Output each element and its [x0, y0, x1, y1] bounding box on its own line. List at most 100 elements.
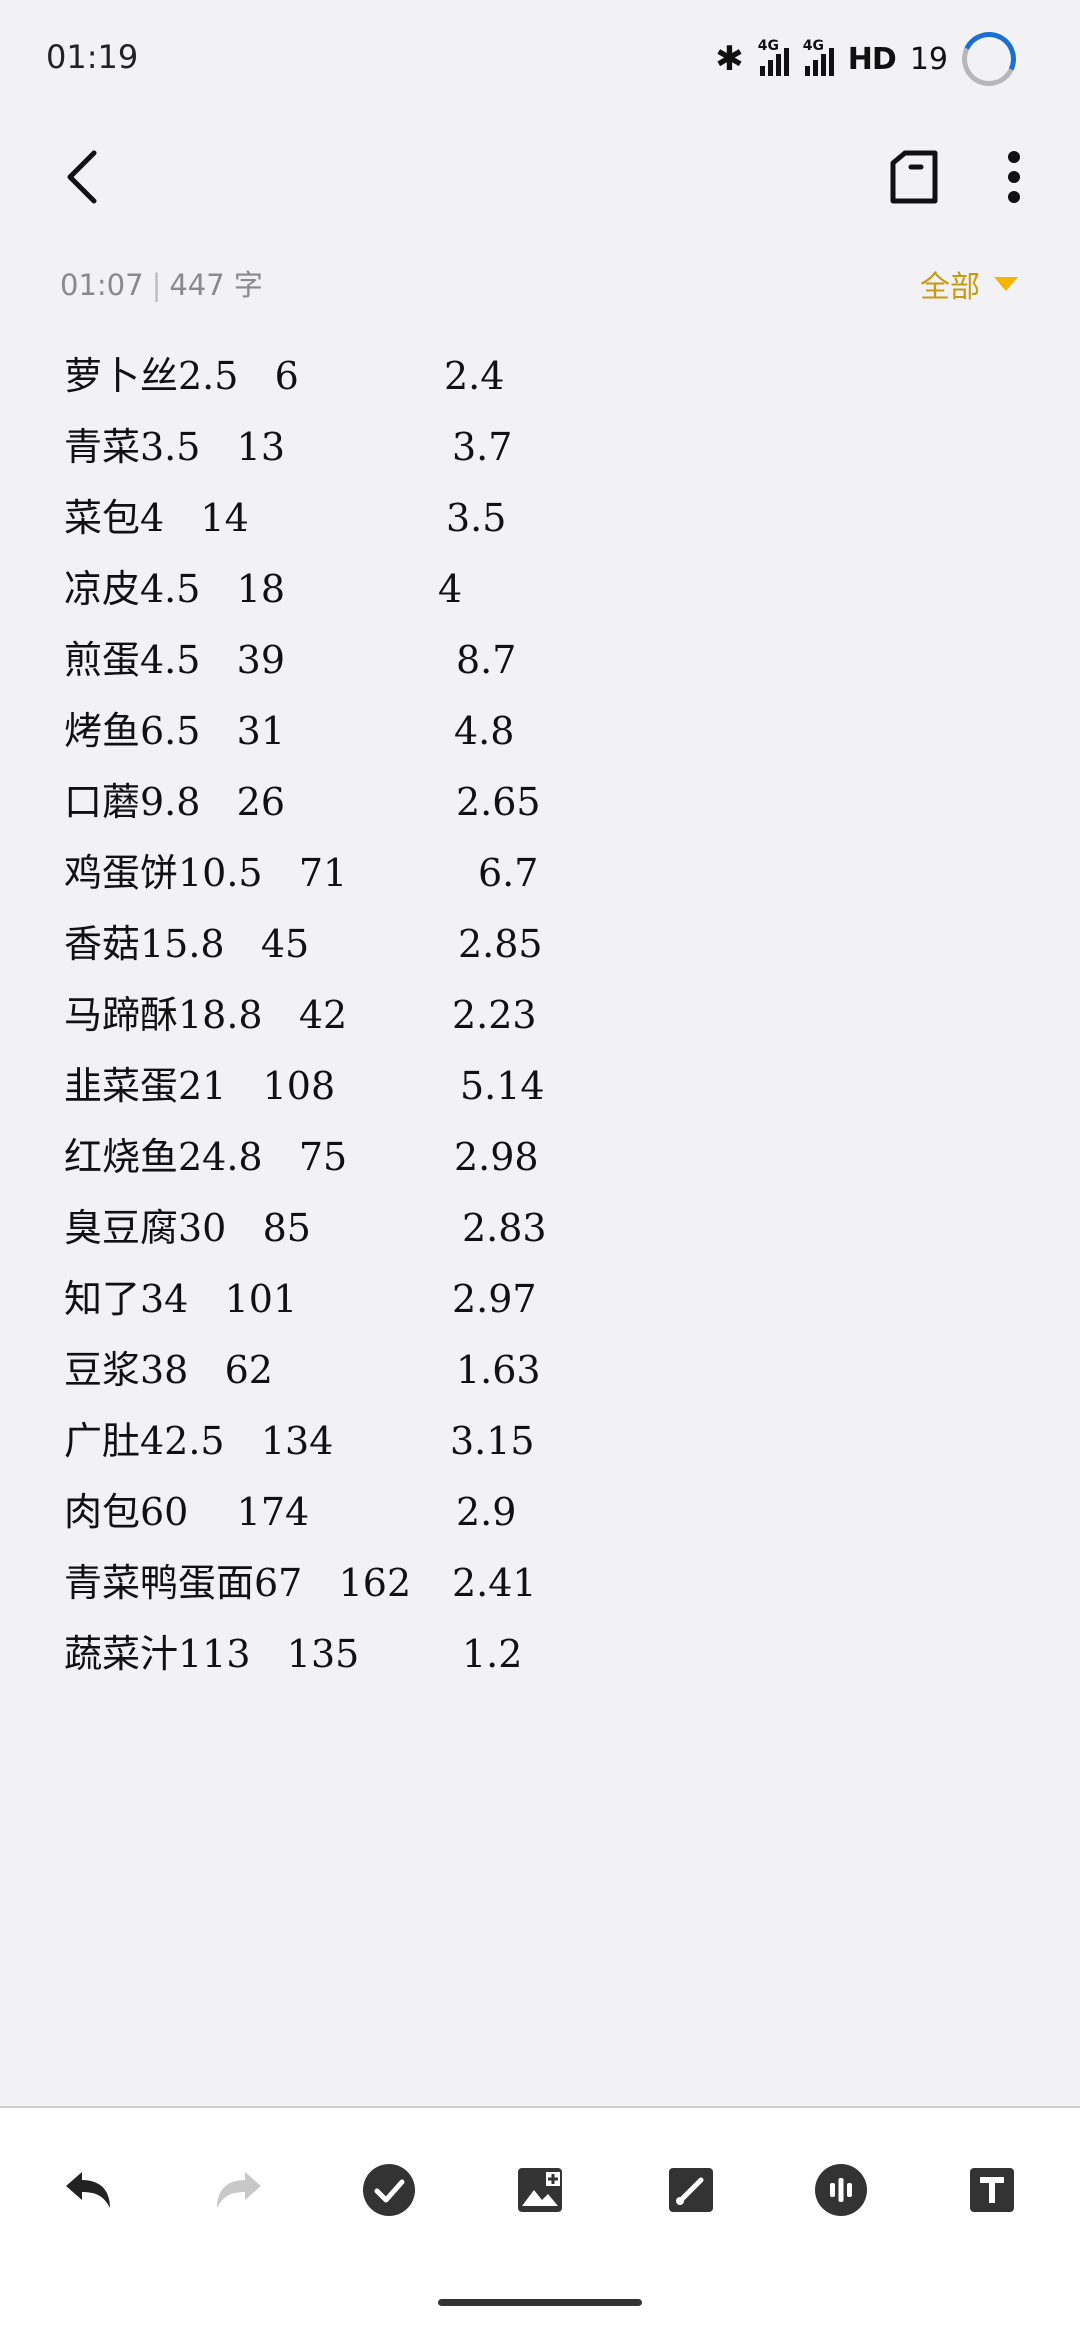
- note-line-text: 豆浆38 62: [64, 1348, 273, 1392]
- note-line-ratio: 4: [438, 567, 463, 611]
- note-line-ratio: 3.5: [446, 496, 507, 540]
- undo-button[interactable]: [56, 2158, 120, 2222]
- note-line-ratio: 1.2: [462, 1632, 523, 1676]
- note-line-ratio: 2.97: [452, 1277, 537, 1321]
- note-line: 臭豆腐30 85 2.83: [64, 1200, 1004, 1271]
- text-format-button[interactable]: [960, 2158, 1024, 2222]
- editor-tools: [56, 2158, 1024, 2222]
- tag-icon: [890, 150, 938, 204]
- note-time: 01:07: [60, 268, 144, 302]
- text-format-icon: [969, 2168, 1014, 2212]
- note-line: 广肚42.5 134 3.15: [64, 1413, 1004, 1484]
- note-line-text: 肉包60 174: [64, 1490, 310, 1534]
- topbar-actions: [886, 142, 1042, 212]
- note-line-text: 菜包4 14: [64, 496, 249, 540]
- hd-label: HD: [847, 41, 897, 77]
- note-line-text: 青菜鸭蛋面67 162: [64, 1561, 412, 1605]
- note-line-ratio: 5.14: [460, 1064, 545, 1108]
- note-line: 口蘑9.8 26 2.65: [64, 774, 1004, 845]
- note-line: 青菜鸭蛋面67 162 2.41: [64, 1555, 1004, 1626]
- note-line-ratio: 2.41: [452, 1561, 537, 1605]
- note-line: 红烧鱼24.8 75 2.98: [64, 1129, 1004, 1200]
- note-line-text: 烤鱼6.5 31: [64, 709, 286, 753]
- note-line: 青菜3.5 13 3.7: [64, 419, 1004, 490]
- network-type-label: 4G: [802, 38, 825, 54]
- insert-image-button[interactable]: [508, 2158, 572, 2222]
- note-line-ratio: 2.65: [456, 780, 541, 824]
- voice-icon: [815, 2164, 868, 2216]
- home-indicator[interactable]: [438, 2299, 642, 2306]
- note-meta: 01:07 | 447 字: [60, 262, 263, 304]
- note-line-text: 香菇15.8 45: [64, 922, 310, 966]
- status-time: 01:19: [46, 38, 139, 76]
- redo-icon: [216, 2172, 261, 2208]
- note-line-ratio: 2.9: [456, 1490, 517, 1534]
- more-button[interactable]: [986, 142, 1042, 212]
- filter-label: 全部: [920, 270, 980, 305]
- battery-ring-icon: [954, 24, 1024, 94]
- note-line-ratio: 2.98: [454, 1135, 539, 1179]
- checklist-button[interactable]: [357, 2158, 421, 2222]
- note-line-text: 臭豆腐30 85: [64, 1206, 311, 1250]
- note-line-text: 煎蛋4.5 39: [64, 638, 286, 682]
- note-line: 韭菜蛋21 108 5.14: [64, 1058, 1004, 1129]
- status-icons: ✱ 4G 4G HD 19: [715, 24, 1024, 94]
- note-line-ratio: 2.4: [444, 354, 505, 398]
- filter-dropdown[interactable]: 全部: [920, 262, 1018, 306]
- note-line-ratio: 2.85: [458, 922, 543, 966]
- more-vertical-icon: [1008, 151, 1020, 203]
- network-type-label: 4G: [757, 38, 780, 54]
- note-line-text: 红烧鱼24.8 75: [64, 1135, 348, 1179]
- undo-icon: [66, 2172, 110, 2208]
- bluetooth-icon: ✱: [715, 39, 744, 79]
- note-line-ratio: 8.7: [456, 638, 517, 682]
- note-line: 马蹄酥18.8 42 2.23: [64, 987, 1004, 1058]
- note-line-text: 口蘑9.8 26: [64, 780, 286, 824]
- note-line: 豆浆38 62 1.63: [64, 1342, 1004, 1413]
- note-line-text: 韭菜蛋21 108: [64, 1064, 336, 1108]
- note-line-ratio: 2.83: [462, 1206, 547, 1250]
- note-line-ratio: 3.7: [452, 425, 513, 469]
- note-line-text: 知了34 101: [64, 1277, 298, 1321]
- note-line-text: 凉皮4.5 18: [64, 567, 286, 611]
- note-body[interactable]: 萝卜丝2.5 6 2.4 青菜3.5 13 3.7 菜包4 14 3.5 凉皮4.5 …: [64, 348, 1004, 1697]
- note-line: 煎蛋4.5 39 8.7: [64, 632, 1004, 703]
- back-arrow-icon: [67, 150, 97, 204]
- note-line-ratio: 6.7: [478, 851, 539, 895]
- top-toolbar: [0, 120, 1080, 230]
- note-line: 香菇15.8 45 2.85: [64, 916, 1004, 987]
- redo-button[interactable]: [207, 2158, 271, 2222]
- note-line: 肉包60 174 2.9: [64, 1484, 1004, 1555]
- note-line-text: 鸡蛋饼10.5 71: [64, 851, 348, 895]
- note-line: 萝卜丝2.5 6 2.4: [64, 348, 1004, 419]
- brush-icon: [668, 2168, 713, 2212]
- note-line-text: 萝卜丝2.5 6: [64, 354, 299, 398]
- note-line-text: 蔬菜汁113 135: [64, 1632, 360, 1676]
- battery-level: 19: [909, 41, 948, 77]
- note-line-text: 青菜3.5 13: [64, 425, 286, 469]
- meta-separator: |: [151, 268, 162, 302]
- signal-icon: 4G: [803, 38, 834, 76]
- image-icon: [517, 2168, 562, 2212]
- note-line-ratio: 3.15: [450, 1419, 535, 1463]
- status-bar: 01:19 ✱ 4G 4G HD 19: [0, 0, 1080, 120]
- chevron-down-icon: [994, 277, 1018, 291]
- note-line-ratio: 4.8: [454, 709, 515, 753]
- note-line-text: 马蹄酥18.8 42: [64, 993, 348, 1037]
- word-count: 447 字: [169, 268, 263, 302]
- note-line: 凉皮4.5 18 4: [64, 561, 1004, 632]
- brush-button[interactable]: [659, 2158, 723, 2222]
- note-line-ratio: 2.23: [452, 993, 537, 1037]
- note-line: 菜包4 14 3.5: [64, 490, 1004, 561]
- note-line: 知了34 101 2.97: [64, 1271, 1004, 1342]
- back-button[interactable]: [52, 142, 112, 212]
- tag-button[interactable]: [886, 142, 942, 212]
- note-line: 蔬菜汁113 135 1.2: [64, 1626, 1004, 1697]
- signal-icon: 4G: [758, 38, 789, 76]
- note-line-text: 广肚42.5 134: [64, 1419, 334, 1463]
- voice-button[interactable]: [809, 2158, 873, 2222]
- note-line: 烤鱼6.5 31 4.8: [64, 703, 1004, 774]
- note-line: 鸡蛋饼10.5 71 6.7: [64, 845, 1004, 916]
- note-line-ratio: 1.63: [456, 1348, 541, 1392]
- check-circle-icon: [363, 2164, 416, 2216]
